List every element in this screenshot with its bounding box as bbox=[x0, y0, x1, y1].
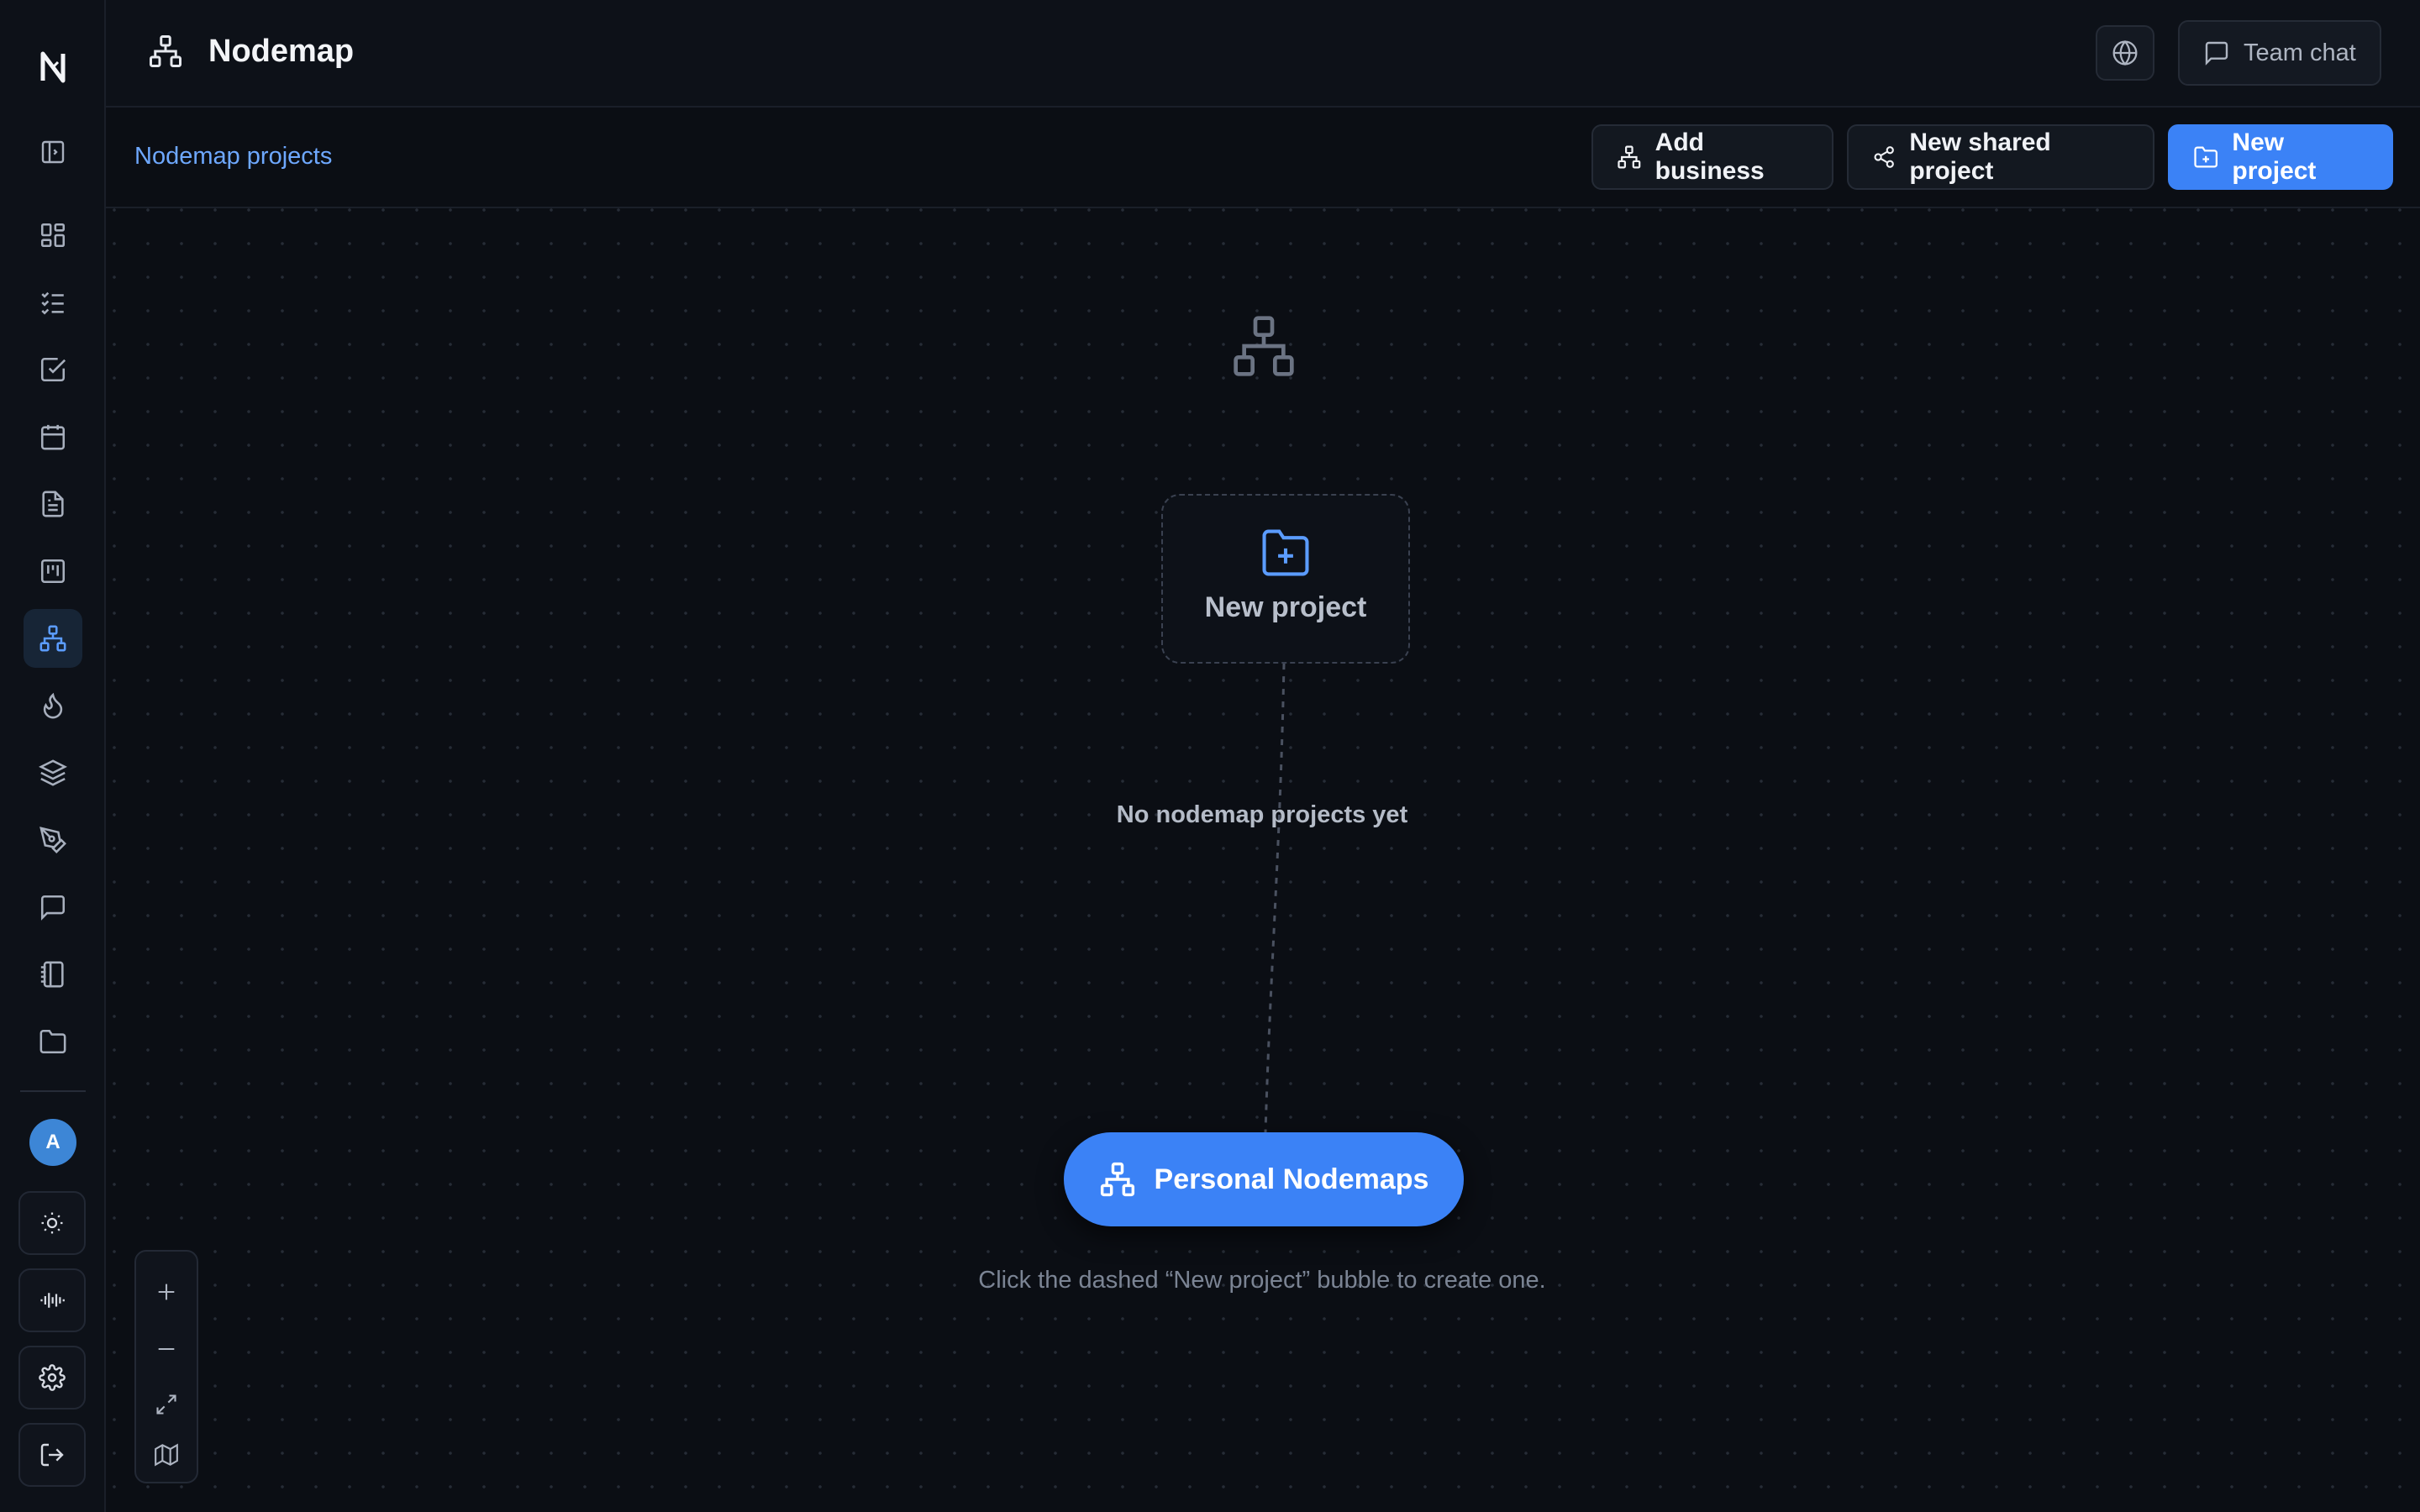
globe-icon bbox=[2112, 39, 2138, 66]
sidebar: A bbox=[0, 0, 106, 1512]
personal-nodemaps-button[interactable]: Personal Nodemaps bbox=[1064, 1132, 1464, 1226]
checklist-icon bbox=[41, 291, 64, 315]
theme-toggle-button[interactable] bbox=[18, 1191, 86, 1255]
panel-toggle-icon bbox=[41, 140, 65, 164]
sidebar-item-notebook[interactable] bbox=[24, 945, 82, 1004]
sidebar-item-tasks[interactable] bbox=[24, 340, 82, 399]
folder-icon bbox=[39, 1029, 66, 1054]
language-button[interactable] bbox=[2096, 25, 2154, 81]
voice-button[interactable] bbox=[18, 1268, 86, 1332]
sidebar-item-kanban[interactable] bbox=[24, 542, 82, 601]
folder-plus-icon bbox=[2194, 146, 2218, 168]
plus-icon bbox=[158, 1284, 175, 1300]
sidebar-divider bbox=[20, 1090, 86, 1092]
sidebar-item-design[interactable] bbox=[24, 811, 82, 869]
share-icon bbox=[1874, 146, 1894, 168]
new-shared-project-label: New shared project bbox=[1909, 129, 2051, 185]
empty-state-nodemap-icon bbox=[1230, 312, 1297, 380]
expand-icon bbox=[156, 1394, 176, 1415]
sidebar-item-nodemap[interactable] bbox=[24, 609, 82, 668]
minimap-button[interactable] bbox=[136, 1428, 197, 1482]
team-chat-label: Team chat bbox=[2244, 39, 2356, 66]
nodemap-canvas[interactable] bbox=[106, 208, 2420, 1512]
logout-button[interactable] bbox=[18, 1423, 86, 1487]
sidebar-item-layers[interactable] bbox=[24, 743, 82, 802]
sidebar-item-dashboard[interactable] bbox=[24, 206, 82, 265]
new-project-bubble[interactable]: New project bbox=[1161, 494, 1410, 664]
nodemap-icon bbox=[1618, 145, 1641, 169]
logout-icon bbox=[40, 1443, 64, 1467]
nodemap-icon bbox=[39, 625, 66, 652]
sidebar-item-checklist[interactable] bbox=[24, 273, 82, 332]
fit-view-button[interactable] bbox=[136, 1378, 197, 1431]
zoom-out-button[interactable] bbox=[136, 1322, 197, 1376]
app-logo[interactable] bbox=[0, 44, 106, 91]
user-avatar[interactable]: A bbox=[29, 1119, 76, 1166]
pen-tool-icon bbox=[39, 827, 66, 853]
calendar-icon bbox=[40, 424, 66, 450]
app-root: A Nodemap Team chat Nodemap projects Add… bbox=[0, 0, 2420, 1512]
page-title: Nodemap bbox=[208, 34, 355, 69]
sun-icon bbox=[41, 1212, 63, 1234]
sidebar-item-messages[interactable] bbox=[24, 878, 82, 937]
nodemap-title-icon bbox=[148, 34, 183, 69]
document-icon bbox=[42, 491, 64, 517]
audio-wave-icon bbox=[40, 1293, 65, 1308]
sidebar-item-documents[interactable] bbox=[24, 475, 82, 533]
zoom-in-button[interactable] bbox=[136, 1265, 197, 1319]
layers-icon bbox=[39, 759, 67, 786]
zoom-controls bbox=[134, 1250, 198, 1483]
minus-icon bbox=[158, 1347, 175, 1351]
new-project-button[interactable]: New project bbox=[2168, 124, 2393, 190]
breadcrumb-nodemap-projects[interactable]: Nodemap projects bbox=[134, 143, 332, 171]
add-business-label: Add business bbox=[1655, 129, 1765, 185]
kanban-icon bbox=[40, 559, 66, 584]
flame-icon bbox=[43, 692, 63, 719]
sidebar-item-calendar[interactable] bbox=[24, 407, 82, 466]
dashboard-icon bbox=[40, 223, 66, 248]
top-header: Nodemap Team chat bbox=[106, 0, 2420, 108]
logo-icon bbox=[40, 51, 66, 83]
empty-state-title: No nodemap projects yet bbox=[1116, 801, 1408, 828]
notebook-icon bbox=[40, 961, 64, 988]
sidebar-toggle-button[interactable] bbox=[24, 123, 82, 181]
sidebar-item-streaks[interactable] bbox=[24, 676, 82, 735]
message-icon bbox=[40, 895, 66, 921]
sub-header: Nodemap projects Add business New shared… bbox=[106, 108, 2420, 208]
new-project-bubble-label: New project bbox=[1204, 591, 1367, 623]
map-icon bbox=[155, 1443, 178, 1467]
personal-nodemaps-label: Personal Nodemaps bbox=[1154, 1163, 1429, 1195]
settings-button[interactable] bbox=[18, 1346, 86, 1410]
team-chat-button[interactable]: Team chat bbox=[2178, 20, 2381, 86]
sidebar-item-files[interactable] bbox=[24, 1012, 82, 1071]
chat-icon bbox=[2205, 41, 2228, 66]
new-shared-project-button[interactable]: New shared project bbox=[1847, 124, 2154, 190]
nodemap-icon bbox=[1100, 1162, 1134, 1197]
add-business-button[interactable]: Add business bbox=[1591, 124, 1833, 190]
checkbox-icon bbox=[40, 357, 66, 382]
new-project-label: New project bbox=[2232, 129, 2317, 185]
settings-icon bbox=[39, 1364, 66, 1391]
folder-plus-icon bbox=[1262, 529, 1309, 576]
empty-state-hint: Click the dashed “New project” bubble to… bbox=[978, 1267, 1546, 1294]
